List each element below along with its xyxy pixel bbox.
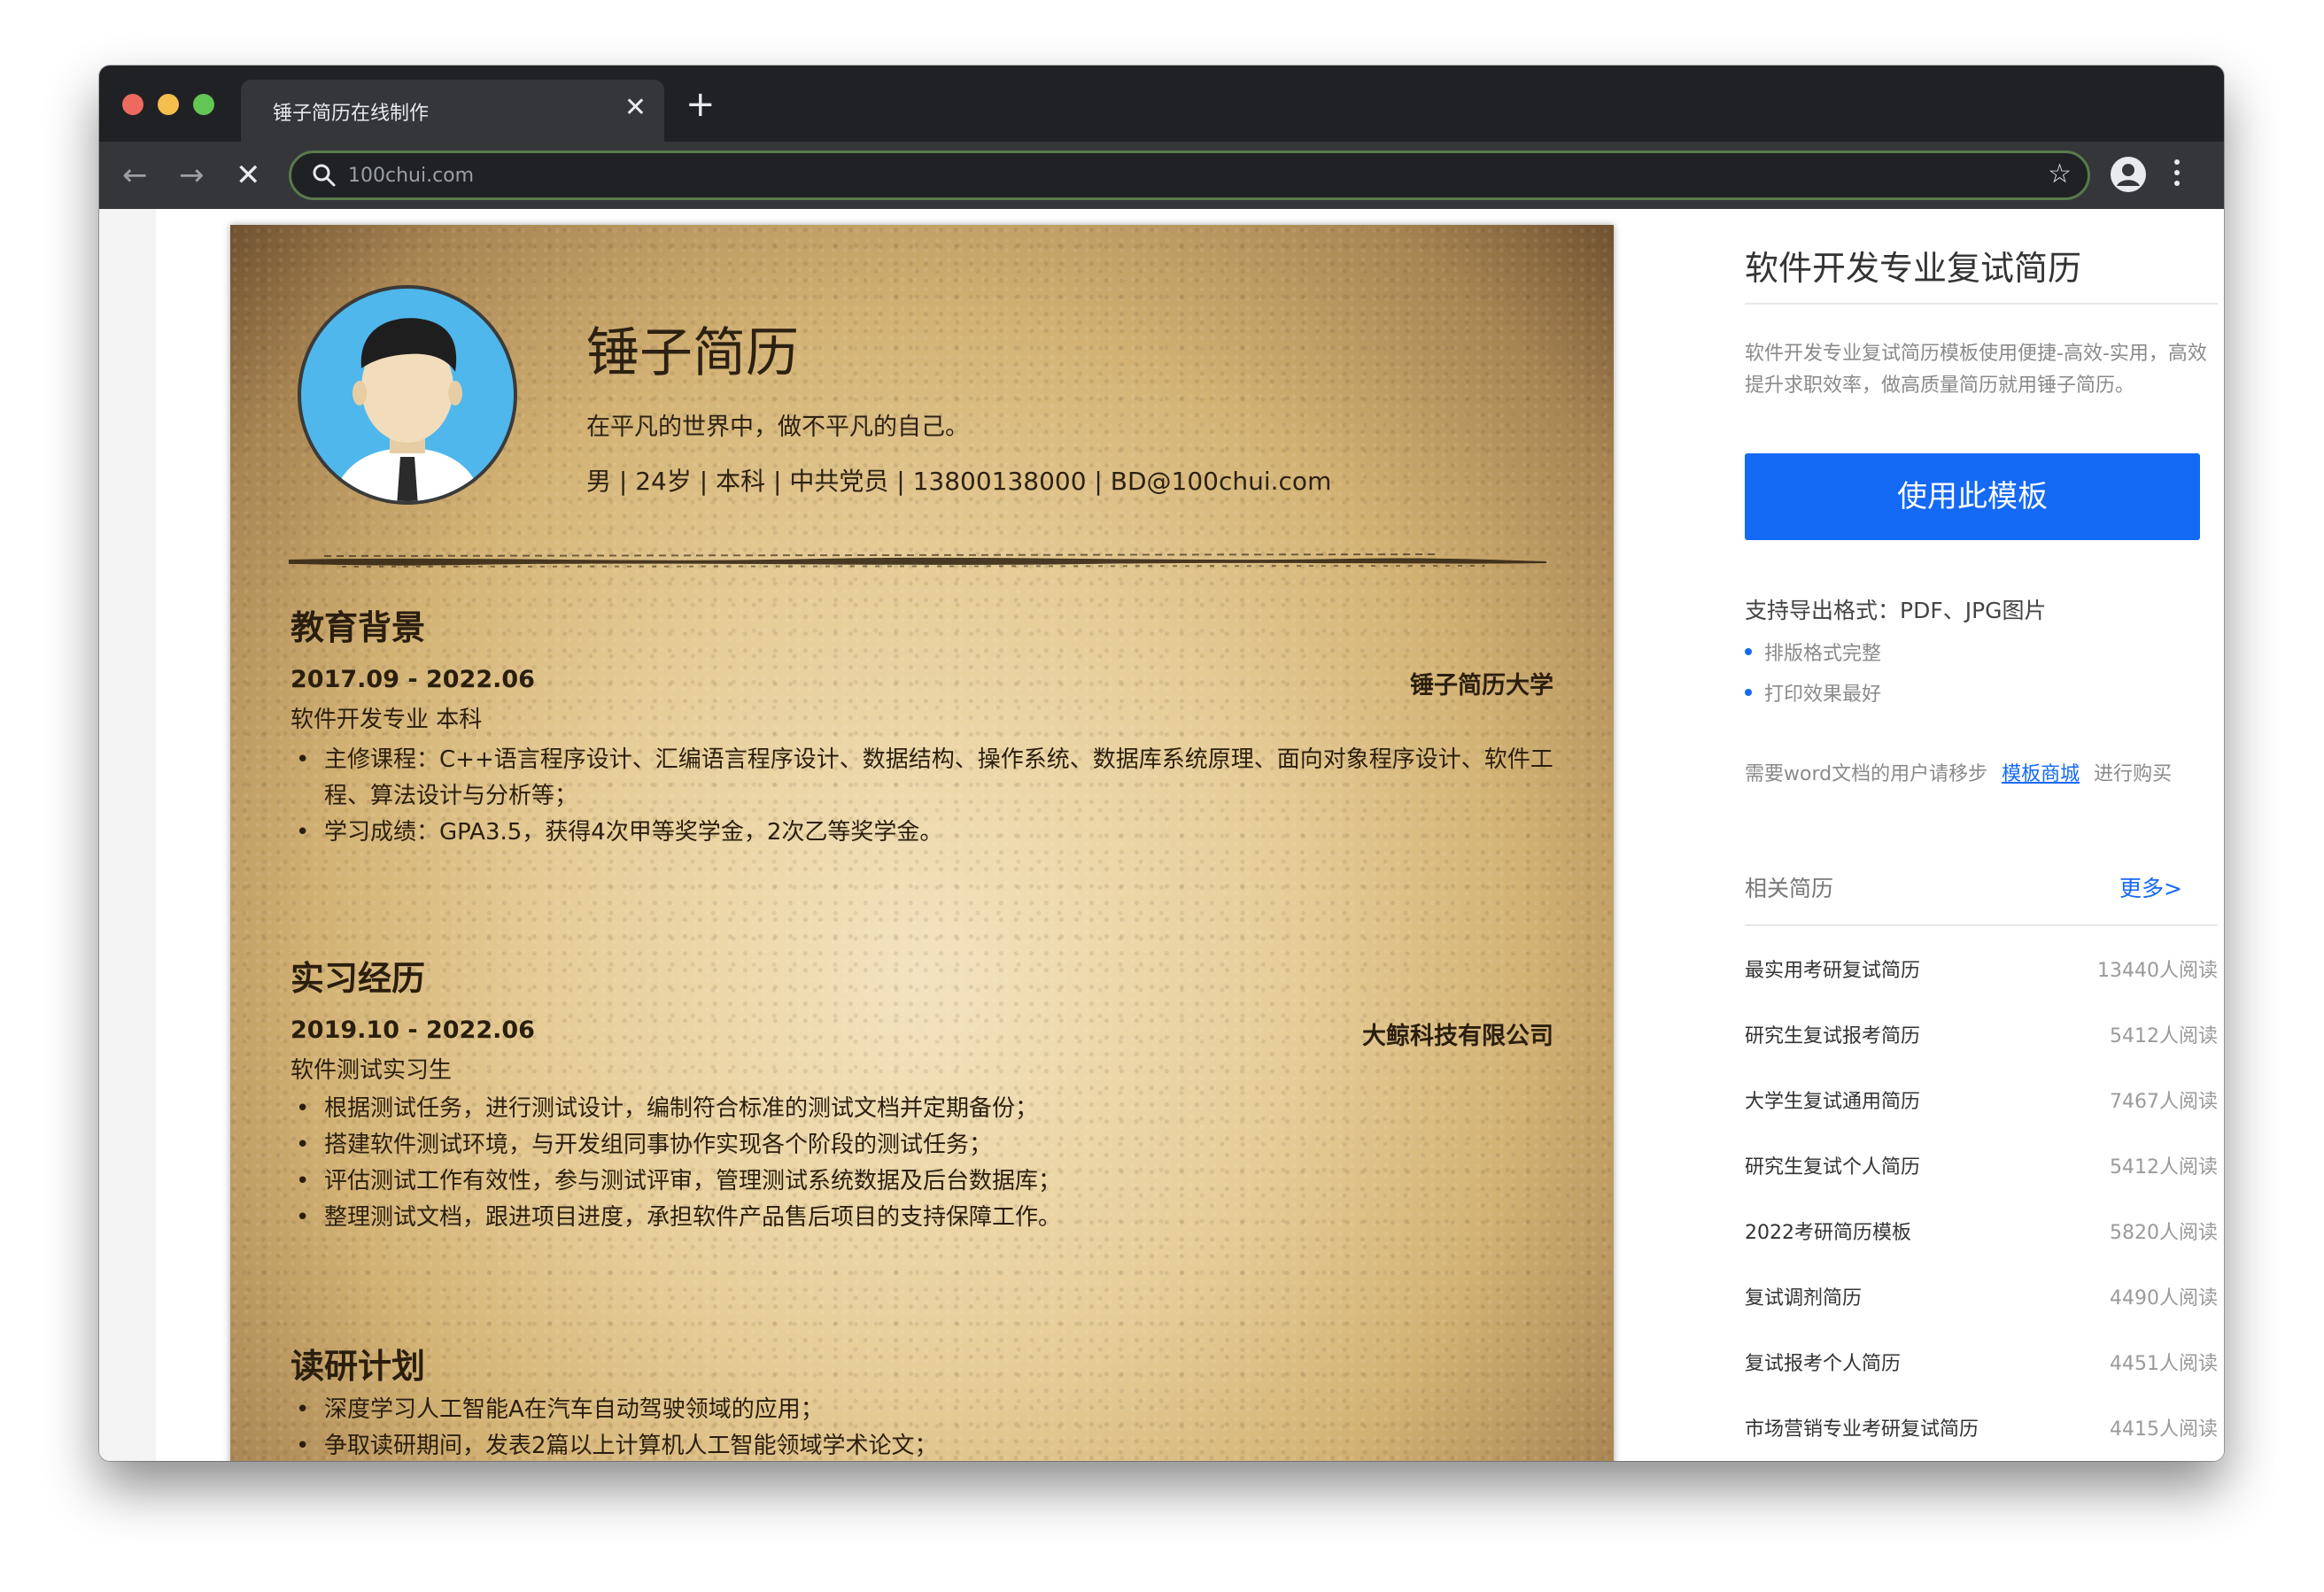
more-link[interactable]: 更多> (2119, 871, 2182, 903)
word-notice: 需要word文档的用户请移步 模板商城 进行购买 (1745, 758, 2172, 786)
related-title[interactable]: 大学生复试通用简历 (1745, 1086, 1920, 1114)
brush-divider (289, 553, 1546, 568)
bullet-dot-icon (1745, 689, 1752, 696)
list-item[interactable]: 研究生复试报考简历 5412人阅读 (1745, 1020, 2218, 1086)
new-tab-button[interactable]: + (686, 85, 716, 124)
browser-titlebar: 锤子简历在线制作 ✕ + (99, 66, 2224, 142)
related-title[interactable]: 最实用考研复试简历 (1745, 954, 1920, 983)
list-item: 根据测试任务，进行测试设计，编制符合标准的测试文档并定期备份； (290, 1091, 1557, 1127)
browser-menu-icon[interactable] (2172, 156, 2182, 193)
related-title[interactable]: 研究生复试报考简历 (1745, 1020, 1920, 1048)
education-major: 软件开发专业 本科 (290, 707, 483, 733)
related-title[interactable]: 复试调剂简历 (1745, 1282, 1862, 1310)
resume-personal-info: 男 | 24岁 | 本科 | 中共党员 | 13800138000 | BD@1… (586, 467, 1332, 496)
related-title[interactable]: 研究生复试个人简历 (1745, 1151, 1920, 1179)
browser-tab[interactable]: 锤子简历在线制作 ✕ (241, 80, 664, 142)
related-resumes-heading: 相关简历 (1745, 876, 1834, 901)
template-title: 软件开发专业复试简历 (1745, 249, 2082, 288)
study-plan-bullets: 深度学习人工智能A在汽车自动驾驶领域的应用； 争取读研期间，发表2篇以上计算机人… (290, 1392, 1557, 1461)
minimize-window-button[interactable] (158, 94, 179, 115)
read-count: 4490人阅读 (2110, 1287, 2218, 1310)
divider (1745, 924, 2218, 926)
resume-preview: 锤子简历 在平凡的世界中，做不平凡的自己。 男 | 24岁 | 本科 | 中共党… (230, 225, 1614, 1461)
tab-close-icon[interactable]: ✕ (624, 92, 647, 124)
address-bar[interactable]: 100chui.com ☆ (289, 151, 2090, 200)
read-count: 5412人阅读 (2110, 1156, 2218, 1179)
feature-label: 排版格式完整 (1764, 643, 1882, 665)
maximize-window-button[interactable] (193, 94, 214, 115)
education-bullets: 主修课程：C++语言程序设计、汇编语言程序设计、数据结构、操作系统、数据库系统原… (290, 742, 1557, 851)
internship-company: 大鲸科技有限公司 (1362, 1023, 1553, 1050)
education-date: 2017.09 - 2022.06 (290, 666, 535, 693)
stop-loading-icon[interactable]: ✕ (236, 158, 261, 193)
forward-arrow-icon[interactable]: → (179, 158, 205, 193)
template-description: 软件开发专业复试简历模板使用便捷-高效-实用，高效提升求职效率，做高质量简历就用… (1745, 343, 2207, 397)
read-count: 13440人阅读 (2097, 960, 2218, 982)
study-plan-section-title: 读研计划 (290, 1347, 426, 1386)
read-count: 5820人阅读 (2110, 1222, 2218, 1244)
list-item[interactable]: 复试调剂简历 4490人阅读 (1745, 1282, 2218, 1348)
profile-avatar-icon[interactable] (2110, 156, 2147, 193)
template-store-link[interactable]: 模板商城 (2002, 763, 2080, 785)
list-item[interactable]: 2022考研简历模板 5820人阅读 (1745, 1217, 2218, 1282)
related-title[interactable]: 2022考研简历模板 (1745, 1217, 1911, 1245)
education-school: 锤子简历大学 (1410, 672, 1553, 699)
back-arrow-icon[interactable]: ← (122, 158, 148, 193)
resume-motto: 在平凡的世界中，做不平凡的自己。 (586, 413, 969, 441)
list-item: 争取读研期间，发表2篇以上计算机人工智能领域学术论文； (290, 1428, 1557, 1461)
use-template-button[interactable]: 使用此模板 (1745, 453, 2200, 540)
bookmark-star-icon[interactable]: ☆ (2048, 158, 2072, 189)
bullet-dot-icon (1745, 648, 1752, 655)
related-title[interactable]: 复试报考个人简历 (1745, 1348, 1901, 1376)
list-item[interactable]: 最实用考研复试简历 13440人阅读 (1745, 954, 2218, 1020)
list-item: 深度学习人工智能A在汽车自动驾驶领域的应用； (290, 1392, 1557, 1428)
list-item: 整理测试文档，跟进项目进度，承担软件产品售后项目的支持保障工作。 (290, 1200, 1557, 1236)
read-count: 4451人阅读 (2110, 1353, 2218, 1375)
list-item: 学习成绩：GPA3.5，获得4次甲等奖学金，2次乙等奖学金。 (290, 815, 1557, 851)
internship-role: 软件测试实习生 (290, 1057, 453, 1084)
tab-title: 锤子简历在线制作 (273, 103, 430, 125)
template-sidebar: 软件开发专业复试简历 软件开发专业复试简历模板使用便捷-高效-实用，高效提升求职… (1709, 209, 2224, 1461)
feature-label: 打印效果最好 (1764, 684, 1882, 706)
feature-item: 排版格式完整 (1745, 638, 1881, 666)
divider (1745, 303, 2218, 305)
close-window-button[interactable] (122, 94, 143, 115)
read-count: 4415人阅读 (2110, 1418, 2218, 1441)
word-notice-prefix: 需要word文档的用户请移步 (1745, 763, 1988, 785)
url-text[interactable]: 100chui.com (348, 165, 474, 187)
page-viewport: 锤子简历 在平凡的世界中，做不平凡的自己。 男 | 24岁 | 本科 | 中共党… (99, 209, 2224, 1461)
search-icon (313, 164, 336, 187)
export-formats: 支持导出格式：PDF、JPG图片 (1745, 598, 2047, 623)
list-item[interactable]: 复试报考个人简历 4451人阅读 (1745, 1348, 2218, 1413)
browser-window: 锤子简历在线制作 ✕ + ← → ✕ 100chui.com ☆ 锤子简历 在平… (99, 66, 2224, 1461)
internship-bullets: 根据测试任务，进行测试设计，编制符合标准的测试文档并定期备份； 搭建软件测试环境… (290, 1091, 1557, 1236)
internship-section-title: 实习经历 (290, 959, 426, 998)
browser-toolbar: ← → ✕ 100chui.com ☆ (99, 142, 2224, 209)
read-count: 5412人阅读 (2110, 1025, 2218, 1047)
related-resumes-list: 最实用考研复试简历 13440人阅读 研究生复试报考简历 5412人阅读 大学生复试… (1745, 954, 2218, 1461)
word-notice-suffix: 进行购买 (2094, 763, 2173, 785)
list-item[interactable]: 市场营销专业考研复试简历 4415人阅读 (1745, 1413, 2218, 1461)
resume-name: 锤子简历 (586, 322, 799, 384)
list-item[interactable]: 研究生复试个人简历 5412人阅读 (1745, 1151, 2218, 1217)
avatar-portrait (298, 285, 517, 505)
list-item[interactable]: 大学生复试通用简历 7467人阅读 (1745, 1086, 2218, 1151)
internship-date: 2019.10 - 2022.06 (290, 1016, 535, 1044)
related-title[interactable]: 市场营销专业考研复试简历 (1745, 1413, 1979, 1441)
feature-item: 打印效果最好 (1745, 678, 1881, 707)
page-content: 锤子简历 在平凡的世界中，做不平凡的自己。 男 | 24岁 | 本科 | 中共党… (156, 209, 2224, 1461)
list-item: 主修课程：C++语言程序设计、汇编语言程序设计、数据结构、操作系统、数据库系统原… (290, 742, 1557, 815)
list-item: 搭建软件测试环境，与开发组同事协作实现各个阶段的测试任务； (290, 1127, 1557, 1163)
education-section-title: 教育背景 (290, 608, 426, 647)
list-item: 评估测试工作有效性，参与测试评审，管理测试系统数据及后台数据库； (290, 1163, 1557, 1200)
read-count: 7467人阅读 (2110, 1091, 2218, 1113)
